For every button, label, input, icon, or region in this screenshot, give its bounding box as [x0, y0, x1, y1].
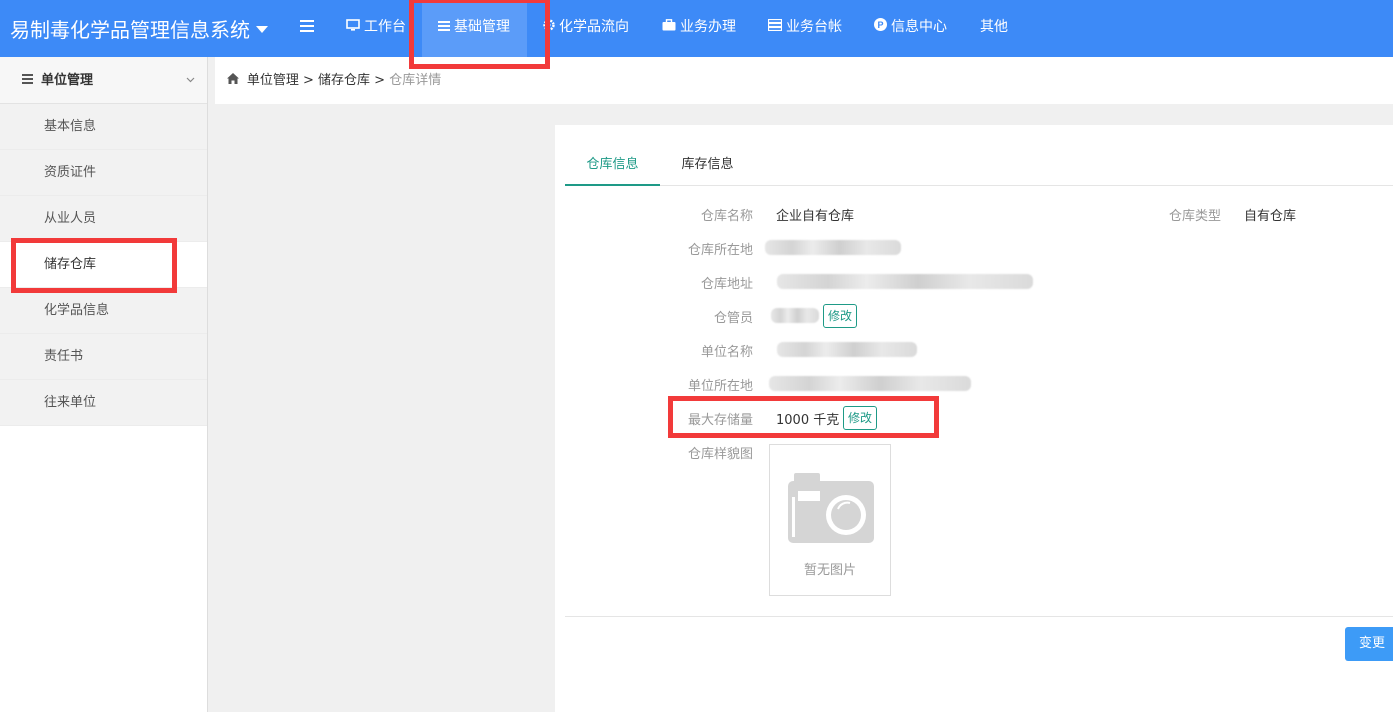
breadcrumb: 单位管理 > 储存仓库 > 仓库详情 — [215, 57, 1393, 104]
nav-item-other[interactable]: 其他 — [980, 0, 1008, 57]
app-title: 易制毒化学品管理信息系统 — [10, 18, 250, 42]
breadcrumb-unit-management[interactable]: 单位管理 — [247, 73, 299, 88]
warehouse-name-value: 企业自有仓库 — [776, 209, 855, 224]
tab-inventory-info[interactable]: 库存信息 — [660, 145, 755, 186]
breadcrumb-separator: > — [302, 73, 319, 88]
nav-item-workbench[interactable]: 工作台 — [346, 0, 406, 57]
nav-label: 化学品流向 — [559, 19, 629, 35]
tab-bar: 仓库信息 库存信息 — [565, 145, 1393, 186]
breadcrumb-separator: > — [374, 73, 390, 88]
redacted-unit-region — [769, 376, 971, 391]
redacted-keeper — [771, 308, 819, 323]
home-icon[interactable] — [227, 73, 243, 87]
nav-item-business-handling[interactable]: 业务办理 — [662, 0, 736, 57]
tab-warehouse-info[interactable]: 仓库信息 — [565, 145, 660, 186]
edit-max-storage-button[interactable]: 修改 — [843, 406, 878, 430]
no-image-caption: 暂无图片 — [803, 563, 856, 578]
tab-label: 仓库信息 — [586, 157, 639, 172]
sidebar-item-responsibility-letter[interactable]: 责任书 — [0, 334, 207, 380]
unit-name-label: 单位名称 — [700, 345, 753, 360]
warehouse-name-label: 仓库名称 — [700, 209, 753, 224]
monitor-icon — [346, 0, 360, 54]
warehouse-photo-label: 仓库样貌图 — [687, 447, 753, 462]
nav-label: 其他 — [980, 19, 1008, 35]
p-circle-icon: P — [874, 0, 887, 54]
chevron-down-icon — [186, 57, 195, 104]
menu-icon — [22, 73, 33, 86]
nav-item-info-center[interactable]: P 信息中心 — [874, 0, 947, 57]
breadcrumb-storage-warehouse[interactable]: 储存仓库 — [318, 73, 370, 88]
warehouse-address-label: 仓库地址 — [700, 277, 753, 292]
sidebar: 单位管理 基本信息 资质证件 从业人员 储存仓库 化学品信息 责任书 往来单位 — [0, 57, 208, 712]
redacted-warehouse-address — [777, 274, 1033, 289]
warehouse-photo-placeholder: 暂无图片 — [769, 444, 891, 596]
warehouse-type-label: 仓库类型 — [1168, 209, 1221, 224]
sidebar-empty-area — [0, 426, 207, 712]
sidebar-item-label: 基本信息 — [44, 119, 97, 134]
sidebar-item-chemical-info[interactable]: 化学品信息 — [0, 288, 207, 334]
server-icon — [767, 0, 783, 54]
menu-icon — [438, 0, 450, 54]
nav-item-basic-management[interactable]: 基础管理 — [422, 0, 527, 57]
redacted-unit-name — [777, 342, 917, 357]
divider — [565, 616, 1393, 617]
menu-toggle-icon[interactable] — [300, 20, 314, 32]
change-button[interactable]: 变更 — [1345, 627, 1393, 661]
caret-down-icon — [256, 26, 268, 33]
top-navbar: 易制毒化学品管理信息系统 工作台 基础管理 化学品流向 业务办理 业务台帐 P … — [0, 0, 1393, 57]
sidebar-item-label: 储存仓库 — [44, 257, 97, 272]
sidebar-item-employees[interactable]: 从业人员 — [0, 196, 207, 242]
sidebar-item-label: 往来单位 — [44, 395, 97, 410]
warehouse-type-value: 自有仓库 — [1244, 209, 1297, 224]
warehouse-region-label: 仓库所在地 — [687, 243, 753, 258]
sidebar-header-label: 单位管理 — [41, 73, 94, 88]
svg-text:P: P — [877, 20, 883, 30]
sidebar-item-partner-units[interactable]: 往来单位 — [0, 380, 207, 426]
sidebar-item-label: 资质证件 — [44, 165, 97, 180]
app-brand[interactable]: 易制毒化学品管理信息系统 — [10, 14, 268, 43]
sidebar-item-basic-info[interactable]: 基本信息 — [0, 104, 207, 150]
redacted-warehouse-region — [765, 240, 901, 255]
nav-item-chemical-flow[interactable]: 化学品流向 — [543, 0, 629, 57]
nav-label: 业务办理 — [680, 19, 736, 35]
sidebar-item-label: 化学品信息 — [44, 303, 110, 318]
nav-item-business-ledger[interactable]: 业务台帐 — [767, 0, 842, 57]
nav-label: 工作台 — [364, 19, 406, 35]
nav-label: 基础管理 — [454, 19, 510, 35]
gear-icon — [543, 0, 555, 54]
nav-label: 信息中心 — [891, 19, 947, 35]
keeper-label: 仓管员 — [713, 311, 753, 326]
breadcrumb-current: 仓库详情 — [389, 73, 442, 88]
camera-icon — [788, 471, 874, 545]
nav-label: 业务台帐 — [786, 19, 842, 35]
sidebar-item-label: 从业人员 — [44, 211, 97, 226]
sidebar-item-storage-warehouse[interactable]: 储存仓库 — [0, 242, 207, 288]
max-storage-value: 1000 千克 — [776, 413, 840, 428]
unit-region-label: 单位所在地 — [687, 379, 753, 394]
sidebar-item-qualifications[interactable]: 资质证件 — [0, 150, 207, 196]
sidebar-item-label: 责任书 — [44, 349, 84, 364]
briefcase-icon — [662, 0, 676, 54]
tab-label: 库存信息 — [681, 157, 734, 172]
warehouse-detail-card: 仓库信息 库存信息 仓库名称 企业自有仓库 仓库类型 自有仓库 仓库所在地 仓库… — [555, 125, 1393, 712]
edit-keeper-button[interactable]: 修改 — [823, 304, 858, 328]
sidebar-header-unit-management[interactable]: 单位管理 — [0, 57, 207, 104]
max-storage-label: 最大存储量 — [687, 413, 753, 428]
